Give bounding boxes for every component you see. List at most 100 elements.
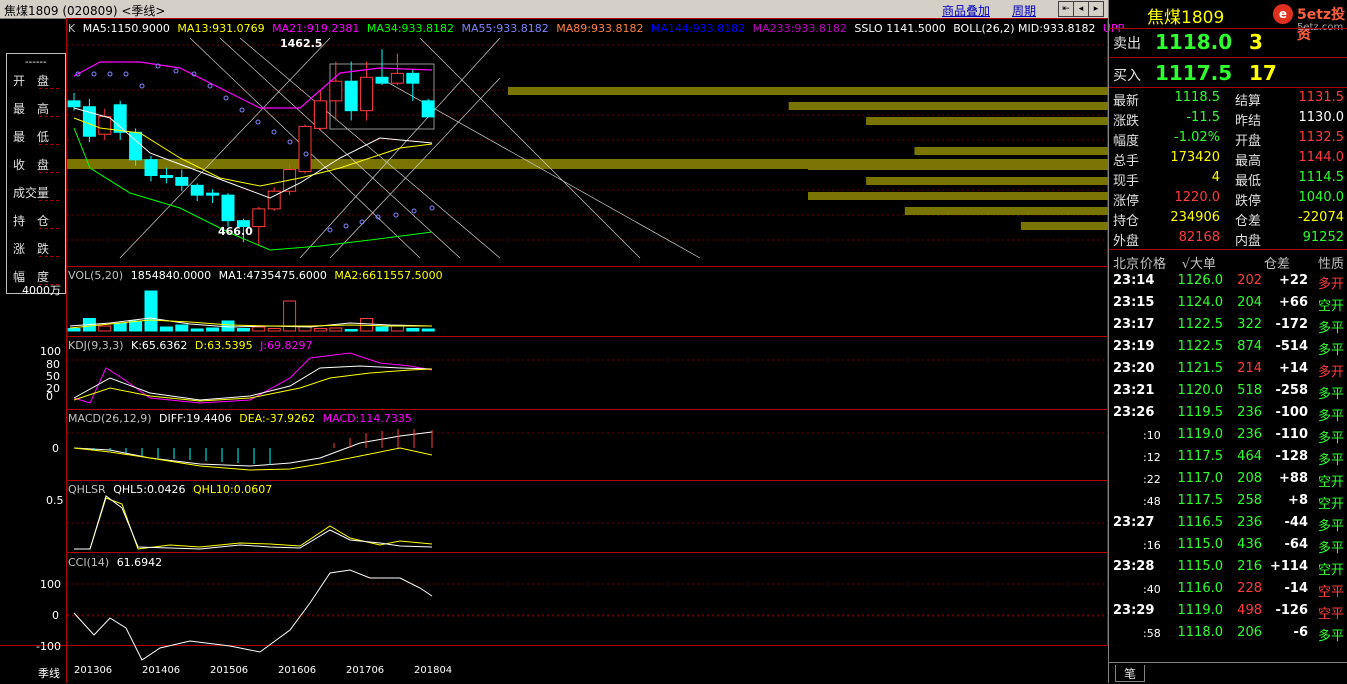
quote-label: 跌停 — [1235, 194, 1262, 209]
tick-type: 多平 — [1317, 519, 1344, 534]
sell-price: 1118.0 — [1155, 30, 1233, 54]
sar-dot — [223, 95, 229, 101]
x-axis-label: 201804 — [414, 665, 453, 676]
volume-profile-bar — [808, 192, 1108, 200]
period-label[interactable]: 季线 — [38, 665, 60, 681]
tick-row[interactable]: 23:26 1119.5 236 -100 多平 — [1109, 402, 1347, 424]
info-row: 收 盘 — [7, 152, 65, 180]
tick-price: 1118.0 — [1177, 625, 1224, 640]
tick-row[interactable]: 23:19 1122.5 874 -514 多平 — [1109, 336, 1347, 358]
quote-label: 最低 — [1235, 174, 1262, 189]
volume-profile-bar — [904, 207, 1108, 215]
info-row: 最 低 — [7, 124, 65, 152]
tick-row[interactable]: :22 1117.0 208 +88 空开 — [1109, 468, 1347, 490]
indicator-value: MA89:933.8182 — [552, 22, 644, 35]
product-overlay-link[interactable]: 商品叠加 — [942, 2, 990, 19]
tick-volume: 464 — [1237, 449, 1262, 464]
tick-row[interactable]: 23:17 1122.5 322 -172 多平 — [1109, 314, 1347, 336]
tick-volume: 206 — [1237, 625, 1262, 640]
tick-row[interactable]: 23:20 1121.5 214 +14 多开 — [1109, 358, 1347, 380]
tick-position-change: +66 — [1279, 295, 1308, 310]
tick-volume: 322 — [1237, 317, 1262, 332]
quote-label: 涨跌 — [1113, 114, 1140, 129]
indicator-value: DIFF:19.4406 — [159, 412, 232, 425]
indicator-value: MA55:933.8182 — [458, 22, 549, 35]
tick-type: 多平 — [1317, 387, 1344, 402]
indicator-value: MA21:919.2381 — [268, 22, 360, 35]
tick-price: 1116.5 — [1177, 515, 1224, 530]
info-row: 持 仓 — [7, 208, 65, 236]
tick-price: 1120.0 — [1177, 383, 1224, 398]
quote-row: 涨停 1220.0 跌停 1040.0 — [1109, 189, 1347, 209]
trend-line — [239, 37, 501, 259]
tick-volume: 236 — [1237, 405, 1262, 420]
tick-row[interactable]: :16 1115.0 436 -64 多平 — [1109, 534, 1347, 556]
sar-dot — [207, 83, 213, 89]
tick-time: 23:21 — [1113, 383, 1155, 398]
period-link[interactable]: 周期 — [1012, 2, 1036, 19]
tick-type: 多开 — [1317, 277, 1344, 292]
candle-body — [190, 184, 204, 196]
quote-row: 最新 1118.5 结算 1131.5 — [1109, 89, 1347, 109]
k-indicator-list: MA5:1150.9000 MA13:931.0769 MA21:919.238… — [79, 22, 1125, 35]
volume-bar — [98, 325, 112, 332]
tick-row[interactable]: :12 1117.5 464 -128 多平 — [1109, 446, 1347, 468]
quote-value: 4 — [1211, 170, 1220, 185]
quote-label: 内盘 — [1235, 234, 1262, 249]
ma13-line — [73, 117, 433, 187]
tick-row[interactable]: 23:21 1120.0 518 -258 多平 — [1109, 380, 1347, 402]
volume-bar — [375, 326, 389, 332]
sar-dot — [173, 68, 179, 74]
tick-row[interactable]: 23:15 1124.0 204 +66 空开 — [1109, 292, 1347, 314]
tick-time: 23:29 — [1113, 603, 1155, 618]
tick-price: 1122.5 — [1177, 339, 1224, 354]
tick-volume: 874 — [1237, 339, 1262, 354]
volume-profile-bar — [866, 117, 1108, 125]
volume-profile-bar — [914, 147, 1108, 155]
ma-upper-line — [73, 61, 433, 109]
info-panel: ------ 开 盘最 高最 低收 盘成交量持 仓涨 跌幅 度 — [6, 53, 66, 294]
sar-dot — [343, 223, 349, 229]
tab-ticks[interactable]: 笔 — [1115, 665, 1145, 682]
divider — [1109, 28, 1347, 29]
prev-page-button[interactable]: ◂ — [1073, 1, 1089, 17]
quote-value: 1130.0 — [1298, 110, 1345, 125]
tick-time: :16 — [1143, 539, 1161, 552]
tick-row[interactable]: 23:14 1126.0 202 +22 多开 — [1109, 270, 1347, 292]
tick-volume: 208 — [1237, 471, 1262, 486]
volume-profile-bar — [866, 177, 1108, 185]
volume-bar — [144, 290, 158, 332]
tick-row[interactable]: :48 1117.5 258 +8 空开 — [1109, 490, 1347, 512]
candle-body — [344, 80, 358, 112]
tick-type: 多平 — [1317, 431, 1344, 446]
tick-row[interactable]: 23:28 1115.0 216 +114 空开 — [1109, 556, 1347, 578]
quote-value: 1114.5 — [1298, 170, 1345, 185]
indicator-value: 1854840.0000 — [130, 269, 212, 282]
tick-type: 多平 — [1317, 409, 1344, 424]
volume-bar — [421, 328, 435, 332]
candle-body — [113, 104, 127, 133]
candle-body — [313, 100, 327, 129]
indicator-value: SSLO 1141.5000 — [850, 22, 946, 35]
volume-bar — [221, 320, 235, 332]
chart-area[interactable]: K MA5:1150.9000 MA13:931.0769 MA21:919.2… — [0, 18, 1124, 683]
tick-row[interactable]: 23:27 1116.5 236 -44 多平 — [1109, 512, 1347, 534]
tick-row[interactable]: :58 1118.0 206 -6 多平 — [1109, 622, 1347, 644]
tick-row[interactable]: :10 1119.0 236 -110 多平 — [1109, 424, 1347, 446]
next-page-button[interactable]: ▸ — [1088, 1, 1104, 17]
macd-dea-line — [73, 447, 433, 471]
tick-position-change: -6 — [1293, 625, 1308, 640]
first-page-button[interactable]: ⇤ — [1058, 1, 1074, 17]
info-label: 最 高 — [13, 102, 50, 116]
sar-dot — [139, 83, 145, 89]
cci-axis-0: 0 — [52, 609, 59, 622]
tick-type: 空开 — [1317, 563, 1344, 578]
tick-row[interactable]: :40 1116.0 228 -14 空平 — [1109, 578, 1347, 600]
tick-position-change: -110 — [1275, 427, 1308, 442]
tick-row[interactable]: 23:29 1119.0 498 -126 空平 — [1109, 600, 1347, 622]
quote-label: 最新 — [1113, 94, 1140, 109]
tick-type: 空开 — [1317, 475, 1344, 490]
quote-row: 涨跌 -11.5 昨结 1130.0 — [1109, 109, 1347, 129]
quote-label: 昨结 — [1235, 114, 1262, 129]
volume-bar — [344, 329, 358, 332]
